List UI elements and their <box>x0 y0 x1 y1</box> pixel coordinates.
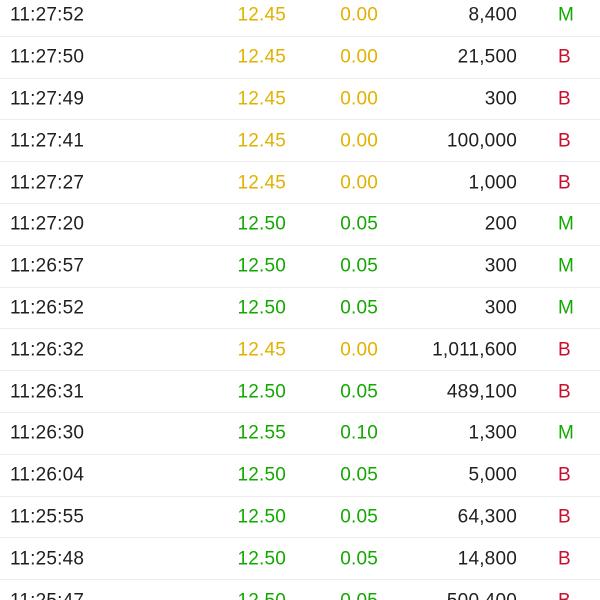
trade-change: 0.05 <box>340 255 378 277</box>
trade-price: 12.50 <box>237 591 286 600</box>
trade-row[interactable]: 11:25:55 12.50 0.05 64,300 B <box>0 497 600 539</box>
trade-time: 11:26:30 <box>10 422 85 444</box>
trade-row[interactable]: 11:26:52 12.50 0.05 300 M <box>0 288 600 330</box>
trade-time: 11:26:52 <box>10 297 85 319</box>
trade-row[interactable]: 11:27:27 12.45 0.00 1,000 B <box>0 162 600 204</box>
trade-volume: 300 <box>484 255 517 277</box>
trade-row[interactable]: 11:25:47 12.50 0.05 500,400 B <box>0 580 600 600</box>
trade-type-badge: B <box>558 46 571 68</box>
trade-type-badge: B <box>558 506 571 528</box>
trade-volume: 21,500 <box>457 46 517 68</box>
trade-price: 12.45 <box>237 46 286 68</box>
trade-change: 0.05 <box>340 297 378 319</box>
trade-price: 12.50 <box>237 548 286 570</box>
trade-row[interactable]: 11:26:32 12.45 0.00 1,011,600 B <box>0 329 600 372</box>
trade-price: 12.50 <box>237 255 286 277</box>
trade-time: 11:26:32 <box>10 339 85 361</box>
trade-price: 12.50 <box>237 464 286 486</box>
trade-type-badge: B <box>558 339 571 361</box>
trade-type-badge: B <box>558 88 571 110</box>
trade-row[interactable]: 11:27:20 12.50 0.05 200 M <box>0 204 600 246</box>
trade-row[interactable]: 11:27:50 12.45 0.00 21,500 B <box>0 37 600 79</box>
trade-volume: 100,000 <box>446 130 517 152</box>
trade-row[interactable]: 11:26:31 12.50 0.05 489,100 B <box>0 371 600 413</box>
trade-type-badge: B <box>558 591 571 600</box>
trade-type-badge: M <box>558 255 575 277</box>
trade-row[interactable]: 11:27:41 12.45 0.00 100,000 B <box>0 120 600 163</box>
trade-price: 12.50 <box>237 297 286 319</box>
trade-type-badge: M <box>558 422 575 444</box>
trade-change: 0.10 <box>340 422 378 444</box>
trade-volume: 64,300 <box>457 506 517 528</box>
trade-type-badge: B <box>558 130 571 152</box>
trade-type-badge: M <box>558 4 575 26</box>
trade-change: 0.05 <box>340 591 378 600</box>
trade-change: 0.00 <box>340 4 378 26</box>
trade-time: 11:25:47 <box>10 591 84 600</box>
trade-price: 12.45 <box>237 172 286 194</box>
trade-type-badge: B <box>558 548 571 570</box>
trade-volume: 200 <box>484 213 517 235</box>
trade-type-badge: M <box>558 213 575 235</box>
trade-volume: 8,400 <box>468 4 517 26</box>
trade-type-badge: B <box>558 381 571 403</box>
trade-price: 12.50 <box>237 381 286 403</box>
trade-time: 11:27:20 <box>10 213 85 235</box>
trade-volume: 300 <box>484 297 517 319</box>
trade-row[interactable]: 11:26:30 12.55 0.10 1,300 M <box>0 413 600 455</box>
trade-change: 0.00 <box>340 46 378 68</box>
trade-change: 0.05 <box>340 381 378 403</box>
trade-row[interactable]: 11:25:48 12.50 0.05 14,800 B <box>0 538 600 581</box>
trade-volume: 14,800 <box>457 548 517 570</box>
trade-change: 0.00 <box>340 172 378 194</box>
trade-volume: 5,000 <box>468 464 517 486</box>
trade-time: 11:26:57 <box>10 255 85 277</box>
trade-time: 11:26:04 <box>10 464 85 486</box>
trade-time: 11:27:50 <box>10 46 85 68</box>
trade-row[interactable]: 11:26:04 12.50 0.05 5,000 B <box>0 455 600 497</box>
trade-type-badge: B <box>558 172 571 194</box>
trade-change: 0.05 <box>340 464 378 486</box>
trade-change: 0.05 <box>340 506 378 528</box>
trade-price: 12.50 <box>237 506 286 528</box>
trade-volume: 1,000 <box>468 172 517 194</box>
trade-volume: 1,011,600 <box>432 339 517 361</box>
trade-row[interactable]: 11:26:57 12.50 0.05 300 M <box>0 246 600 288</box>
trade-row[interactable]: 11:27:49 12.45 0.00 300 B <box>0 79 600 121</box>
trade-price: 12.45 <box>237 88 286 110</box>
trade-change: 0.00 <box>340 339 378 361</box>
trade-change: 0.05 <box>340 213 378 235</box>
trade-time: 11:25:48 <box>10 548 85 570</box>
trade-price: 12.55 <box>237 422 286 444</box>
trade-time: 11:27:41 <box>10 130 85 152</box>
trade-time: 11:27:27 <box>10 172 85 194</box>
trade-price: 12.50 <box>237 213 286 235</box>
trade-type-badge: M <box>558 297 575 319</box>
trade-price: 12.45 <box>237 339 286 361</box>
trade-type-badge: B <box>558 464 571 486</box>
trade-time: 11:25:55 <box>10 506 85 528</box>
trade-volume: 489,100 <box>446 381 517 403</box>
trade-volume: 1,300 <box>468 422 517 444</box>
trade-change: 0.00 <box>340 130 378 152</box>
trade-change: 0.05 <box>340 548 378 570</box>
trade-volume: 500,400 <box>447 591 517 600</box>
trade-time: 11:27:49 <box>10 88 85 110</box>
trade-price: 12.45 <box>237 130 286 152</box>
trade-list: 11:27:52 12.45 0.00 8,400 M 11:27:50 12.45 0.00… <box>0 0 600 600</box>
trade-volume: 300 <box>484 88 517 110</box>
trade-row[interactable]: 11:27:52 12.45 0.00 8,400 M <box>0 0 600 37</box>
trade-time: 11:26:31 <box>10 381 85 403</box>
trade-change: 0.00 <box>340 88 378 110</box>
trade-price: 12.45 <box>237 4 286 26</box>
trade-time: 11:27:52 <box>10 4 85 26</box>
